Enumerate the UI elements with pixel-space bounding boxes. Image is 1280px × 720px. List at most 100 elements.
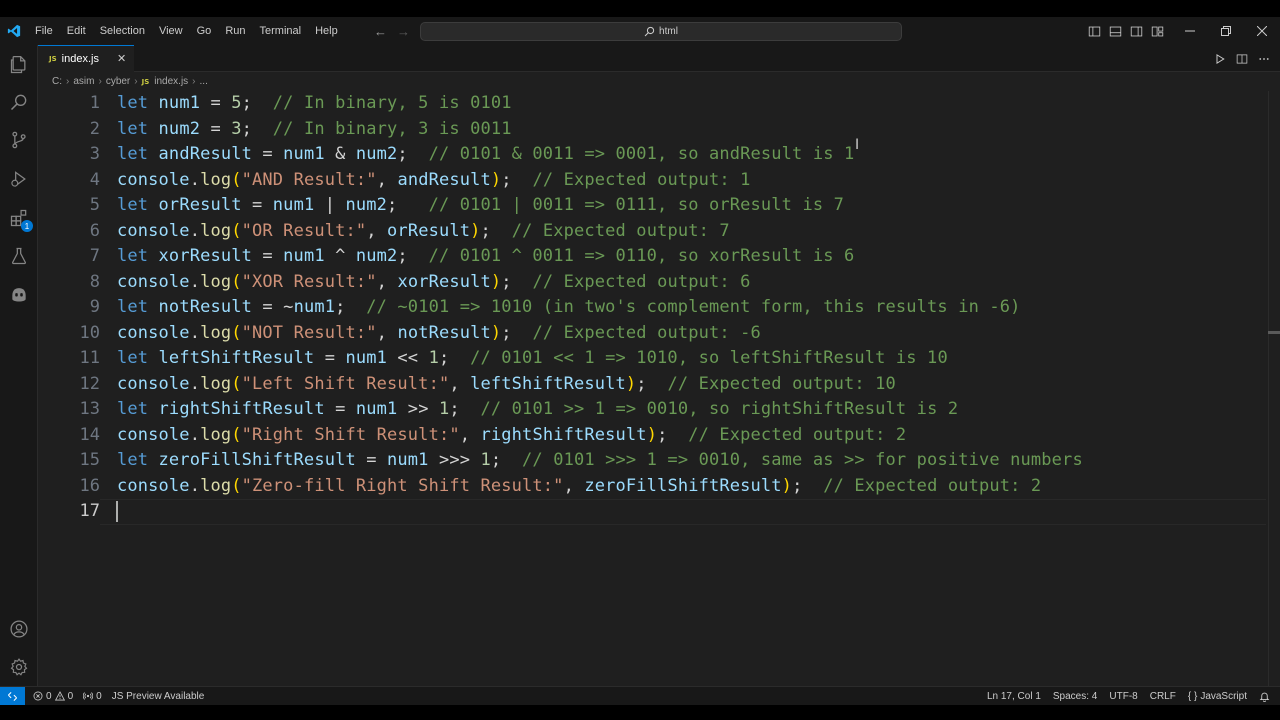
code-token: log (200, 322, 232, 343)
code-token: . (189, 373, 201, 394)
code-line[interactable]: console.log("AND Result:", andResult); /… (117, 168, 751, 194)
code-line[interactable]: let leftShiftResult = num1 << 1; // 0101… (117, 346, 948, 372)
code-token: let (117, 450, 159, 470)
title-bar: File Edit Selection View Go Run Terminal… (0, 17, 1280, 45)
code-line[interactable]: console.log("Right Shift Result:", right… (117, 423, 906, 449)
run-debug-icon[interactable] (7, 167, 31, 191)
breadcrumb-folder-asim[interactable]: asim (73, 76, 94, 87)
tab-index-js[interactable]: JS index.js ✕ (38, 45, 134, 72)
code-token: ( (231, 424, 242, 445)
indentation[interactable]: Spaces: 4 (1053, 691, 1097, 702)
code-token: ; (501, 322, 533, 343)
code-line[interactable]: let rightShiftResult = num1 >> 1; // 010… (117, 397, 958, 423)
menu-terminal[interactable]: Terminal (253, 17, 309, 45)
vertical-scrollbar[interactable] (1268, 91, 1280, 686)
code-token: // 0101 & 0011 => 0001, so andResult is … (428, 144, 855, 164)
restore-icon[interactable] (1208, 17, 1244, 45)
code-line[interactable]: let andResult = num1 & num2; // 0101 & 0… (117, 142, 854, 168)
split-editor-icon[interactable] (1236, 53, 1248, 65)
code-token: // 0101 << 1 => 1010, so leftShiftResult… (470, 348, 948, 368)
menu-edit[interactable]: Edit (60, 17, 93, 45)
toggle-primary-sidebar-icon[interactable] (1088, 25, 1101, 38)
toggle-secondary-sidebar-icon[interactable] (1130, 25, 1143, 38)
code-line[interactable]: let zeroFillShiftResult = num1 >>> 1; //… (117, 448, 1083, 474)
code-token: ; (657, 424, 689, 445)
close-window-icon[interactable] (1244, 17, 1280, 45)
line-number: 9 (89, 297, 100, 317)
code-line[interactable]: console.log("OR Result:", orResult); // … (117, 219, 730, 245)
customize-layout-icon[interactable] (1151, 25, 1164, 38)
breadcrumb-folder-cyber[interactable]: cyber (106, 76, 130, 87)
testing-icon[interactable] (7, 244, 31, 268)
error-icon (33, 691, 43, 701)
settings-gear-icon[interactable] (7, 655, 31, 679)
code-token: ( (231, 322, 242, 343)
ports-indicator[interactable]: 0 (83, 691, 102, 702)
js-preview-status[interactable]: JS Preview Available (112, 691, 205, 702)
code-line[interactable]: console.log("Left Shift Result:", leftSh… (117, 372, 896, 398)
code-line[interactable]: let xorResult = num1 ^ num2; // 0101 ^ 0… (117, 244, 854, 270)
code-line[interactable]: let num1 = 5; // In binary, 5 is 0101 (117, 91, 512, 117)
code-editor[interactable]: 1 2 3 4 5 6 7 8 9 10 11 12 13 14 15 16 17 let num1 = 5; … (38, 91, 1280, 686)
notifications-bell-icon[interactable] (1259, 691, 1270, 702)
code-line[interactable]: console.log("NOT Result:", notResult); /… (117, 321, 761, 347)
code-token: = (200, 118, 232, 139)
end-of-line[interactable]: CRLF (1150, 691, 1176, 702)
code-token: let (117, 93, 159, 113)
breadcrumb-symbols[interactable]: ... (200, 76, 208, 87)
minimize-icon[interactable] (1172, 17, 1208, 45)
code-line[interactable]: console.log("Zero-fill Right Shift Resul… (117, 474, 1041, 500)
code-token: ; (480, 220, 512, 241)
code-token: // 0101 >> 1 => 0010, so rightShiftResul… (480, 399, 959, 419)
code-token: 1 (480, 450, 491, 470)
menu-file[interactable]: File (28, 17, 60, 45)
search-icon[interactable] (7, 90, 31, 114)
breadcrumb-file[interactable]: index.js (154, 76, 188, 87)
code-line[interactable]: let notResult = ~num1; // ~0101 => 1010 … (117, 295, 1021, 321)
code-token: num2 (355, 246, 398, 266)
account-icon[interactable] (7, 617, 31, 641)
code-line[interactable]: console.log("XOR Result:", xorResult); /… (117, 270, 751, 296)
code-token: , (366, 220, 388, 241)
forward-arrow-icon[interactable]: → (397, 24, 410, 39)
toggle-panel-icon[interactable] (1109, 25, 1122, 38)
run-file-icon[interactable] (1214, 53, 1226, 65)
back-arrow-icon[interactable]: ← (374, 24, 387, 39)
more-actions-icon[interactable] (1258, 53, 1270, 65)
menu-view[interactable]: View (152, 17, 190, 45)
language-mode[interactable]: { } JavaScript (1188, 691, 1247, 702)
problems-indicator[interactable]: 0 0 (33, 691, 73, 702)
code-token: >> (397, 399, 439, 419)
close-icon[interactable]: ✕ (117, 52, 126, 65)
command-center-search[interactable]: html (420, 22, 902, 41)
remote-indicator-icon[interactable] (0, 686, 25, 706)
breadcrumb-drive[interactable]: C: (52, 76, 62, 87)
source-control-icon[interactable] (7, 128, 31, 152)
code-token: num1 (272, 195, 315, 215)
menu-go[interactable]: Go (190, 17, 219, 45)
menu-help[interactable]: Help (308, 17, 345, 45)
code-token: ; (438, 348, 471, 368)
copilot-icon[interactable] (7, 282, 31, 306)
code-line[interactable]: let orResult = num1 | num2; // 0101 | 00… (117, 193, 844, 219)
extensions-icon[interactable]: 1 (7, 206, 33, 232)
code-token: . (189, 271, 201, 292)
code-token: console (117, 424, 190, 445)
editor-tabs-bar: JS index.js ✕ (38, 45, 1280, 72)
code-token: xorResult (397, 271, 491, 292)
menu-bar: File Edit Selection View Go Run Terminal… (28, 17, 345, 45)
code-token: ( (231, 271, 242, 292)
menu-selection[interactable]: Selection (93, 17, 152, 45)
code-token: orResult (387, 220, 471, 241)
top-letterbox (0, 0, 1280, 17)
code-token: ^ (324, 246, 356, 266)
code-line[interactable]: let num2 = 3; // In binary, 3 is 0011 (117, 117, 512, 143)
cursor-position[interactable]: Ln 17, Col 1 (987, 691, 1041, 702)
explorer-icon[interactable] (7, 53, 31, 77)
menu-run[interactable]: Run (218, 17, 252, 45)
line-number: 3 (89, 144, 100, 164)
code-token: num1 (158, 93, 201, 113)
encoding[interactable]: UTF-8 (1109, 691, 1137, 702)
line-number: 10 (79, 322, 100, 343)
code-token: . (189, 424, 201, 445)
